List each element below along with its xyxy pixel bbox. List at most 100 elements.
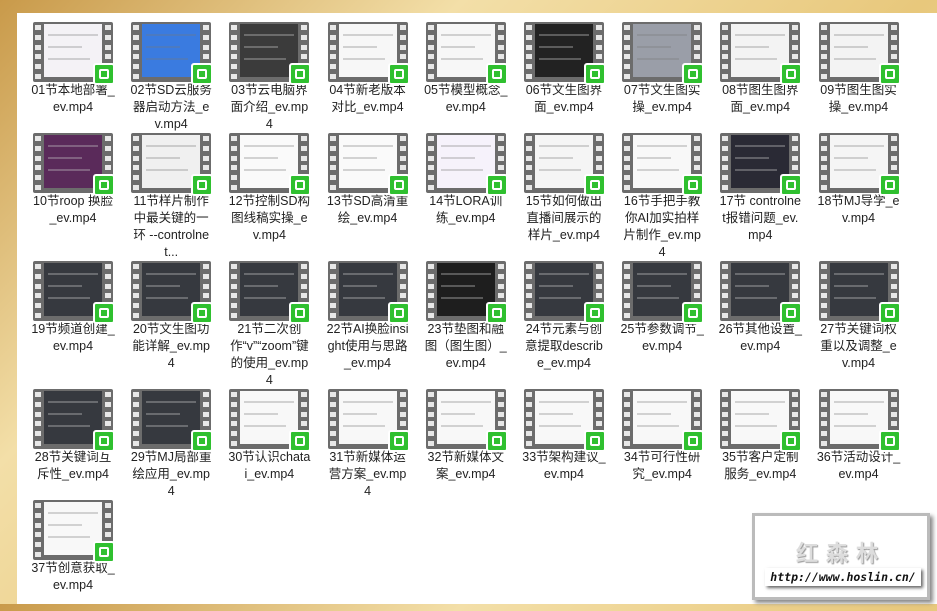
video-thumbnail[interactable]	[720, 133, 803, 196]
video-player-icon	[191, 302, 214, 324]
video-thumbnail[interactable]	[523, 261, 606, 324]
video-thumbnail[interactable]	[327, 389, 410, 452]
file-item[interactable]: 17节 controlnet报错问题_ev.mp4	[720, 133, 803, 244]
file-item[interactable]: 32节新媒体文案_ev.mp4	[425, 389, 508, 500]
video-thumbnail[interactable]	[425, 389, 508, 452]
file-item[interactable]: 11节样片制作中最关键的一环 --controlnet...	[131, 133, 214, 261]
file-item[interactable]: 14节LORA训练_ev.mp4	[425, 133, 508, 244]
file-item[interactable]: 13节SD高清重绘_ev.mp4	[327, 133, 410, 244]
video-thumbnail[interactable]	[818, 261, 901, 324]
file-item[interactable]: 03节云电脑界面介绍_ev.mp4	[229, 22, 312, 133]
video-thumbnail[interactable]	[720, 261, 803, 324]
file-item[interactable]: 15节如何做出直播间展示的样片_ev.mp4	[523, 133, 606, 244]
file-name: 24节元素与创意提取describe_ev.mp4	[525, 322, 603, 370]
file-item[interactable]: 01节本地部署_ev.mp4	[31, 22, 115, 133]
file-name: 07节文生图实操_ev.mp4	[623, 83, 701, 114]
video-player-icon	[289, 63, 312, 85]
video-player-icon	[485, 430, 508, 452]
file-item[interactable]: 10节roop 换脸_ev.mp4	[33, 133, 115, 244]
file-name: 12节控制SD构图线稿实操_ev.mp4	[228, 194, 311, 242]
file-item[interactable]: 22节AI换脸insight使用与思路_ev.mp4	[326, 261, 410, 372]
file-name: 28节关键词互斥性_ev.mp4	[34, 450, 112, 481]
video-thumbnail[interactable]	[131, 261, 214, 324]
video-thumbnail[interactable]	[622, 133, 705, 196]
video-thumbnail[interactable]	[720, 389, 803, 452]
film-strip-icon	[623, 25, 631, 79]
file-name: 34节可行性研究_ev.mp4	[623, 450, 701, 481]
file-item[interactable]: 23节垫图和融图（图生图）_ev.mp4	[424, 261, 508, 372]
file-name: 26节其他设置_ev.mp4	[718, 322, 802, 353]
file-item[interactable]: 34节可行性研究_ev.mp4	[622, 389, 705, 500]
file-name: 08节图生图界面_ev.mp4	[722, 83, 799, 114]
video-thumbnail[interactable]	[229, 261, 312, 324]
file-name: 35节客户定制服务_ev.mp4	[722, 450, 799, 481]
file-item[interactable]: 16节手把手教你AI加实拍样片制作_ev.mp4	[622, 133, 705, 261]
video-player-icon	[387, 302, 410, 324]
video-thumbnail[interactable]	[131, 22, 214, 85]
file-item[interactable]: 37节创意获取_ev.mp4	[31, 500, 115, 611]
file-item[interactable]: 28节关键词互斥性_ev.mp4	[33, 389, 115, 500]
video-thumbnail[interactable]	[33, 261, 115, 324]
film-strip-icon	[820, 136, 828, 190]
video-thumbnail[interactable]	[425, 22, 508, 85]
file-item[interactable]: 04节新老版本对比_ev.mp4	[327, 22, 410, 133]
watermark: 红森林 http://www.hoslin.cn/	[752, 513, 930, 600]
file-name: 22节AI换脸insight使用与思路_ev.mp4	[326, 322, 409, 370]
video-thumbnail[interactable]	[131, 133, 214, 196]
video-thumbnail[interactable]	[523, 133, 606, 196]
video-thumbnail[interactable]	[818, 389, 901, 452]
file-item[interactable]: 21节二次创作“v”“zoom”键的使用_ev.mp4	[229, 261, 312, 389]
file-item[interactable]: 27节关键词权重以及调整_ev.mp4	[818, 261, 901, 372]
file-item[interactable]: 36节活动设计_ev.mp4	[817, 389, 901, 500]
video-thumbnail[interactable]	[33, 389, 115, 452]
video-thumbnail[interactable]	[229, 22, 312, 85]
video-thumbnail[interactable]	[131, 389, 214, 452]
file-name: 23节垫图和融图（图生图）_ev.mp4	[424, 322, 507, 370]
video-thumbnail[interactable]	[720, 22, 803, 85]
video-player-icon	[583, 63, 606, 85]
file-item[interactable]: 24节元素与创意提取describe_ev.mp4	[523, 261, 606, 372]
file-item[interactable]: 06节文生图界面_ev.mp4	[523, 22, 606, 133]
file-name: 11节样片制作中最关键的一环 --controlnet...	[133, 194, 210, 259]
video-thumbnail[interactable]	[523, 22, 606, 85]
video-thumbnail[interactable]	[229, 133, 312, 196]
file-item[interactable]: 09节图生图实操_ev.mp4	[818, 22, 901, 133]
file-item[interactable]: 26节其他设置_ev.mp4	[718, 261, 803, 372]
file-item[interactable]: 33节架构建议_ev.mp4	[522, 389, 606, 500]
video-thumbnail[interactable]	[327, 22, 410, 85]
video-thumbnail[interactable]	[229, 389, 312, 452]
video-thumbnail[interactable]	[622, 261, 705, 324]
file-item[interactable]: 19节频道创建_ev.mp4	[31, 261, 115, 372]
video-thumbnail[interactable]	[327, 261, 410, 324]
file-item[interactable]: 07节文生图实操_ev.mp4	[622, 22, 705, 133]
file-item[interactable]: 08节图生图界面_ev.mp4	[720, 22, 803, 133]
video-player-icon	[289, 174, 312, 196]
video-thumbnail[interactable]	[622, 22, 705, 85]
video-thumbnail[interactable]	[425, 133, 508, 196]
file-item[interactable]: 20节文生图功能详解_ev.mp4	[131, 261, 214, 372]
video-thumbnail[interactable]	[818, 22, 901, 85]
file-item[interactable]: 12节控制SD构图线稿实操_ev.mp4	[228, 133, 312, 244]
film-strip-icon	[820, 392, 828, 446]
file-item[interactable]: 29节MJ局部重绘应用_ev.mp4	[130, 389, 214, 500]
file-item[interactable]: 31节新媒体运营方案_ev.mp4	[327, 389, 410, 500]
file-item[interactable]: 30节认识chatai_ev.mp4	[228, 389, 312, 500]
file-name: 30节认识chatai_ev.mp4	[228, 450, 311, 481]
video-thumbnail[interactable]	[33, 22, 115, 85]
film-strip-icon	[34, 136, 42, 190]
file-item[interactable]: 02节SD云服务器启动方法_ev.mp4	[131, 22, 214, 133]
video-thumbnail[interactable]	[33, 500, 115, 563]
file-item[interactable]: 05节模型概念_ev.mp4	[424, 22, 508, 133]
video-thumbnail[interactable]	[523, 389, 606, 452]
video-thumbnail[interactable]	[818, 133, 901, 196]
video-thumbnail[interactable]	[327, 133, 410, 196]
film-strip-icon	[721, 136, 729, 190]
file-item[interactable]: 35节客户定制服务_ev.mp4	[720, 389, 803, 500]
file-item[interactable]: 25节参数调节_ev.mp4	[620, 261, 705, 372]
video-thumbnail[interactable]	[33, 133, 115, 196]
video-thumbnail[interactable]	[425, 261, 508, 324]
video-thumbnail[interactable]	[622, 389, 705, 452]
video-player-icon	[780, 174, 803, 196]
file-item[interactable]: 18节MJ导学_ev.mp4	[818, 133, 901, 244]
file-name: 29节MJ局部重绘应用_ev.mp4	[130, 450, 212, 498]
